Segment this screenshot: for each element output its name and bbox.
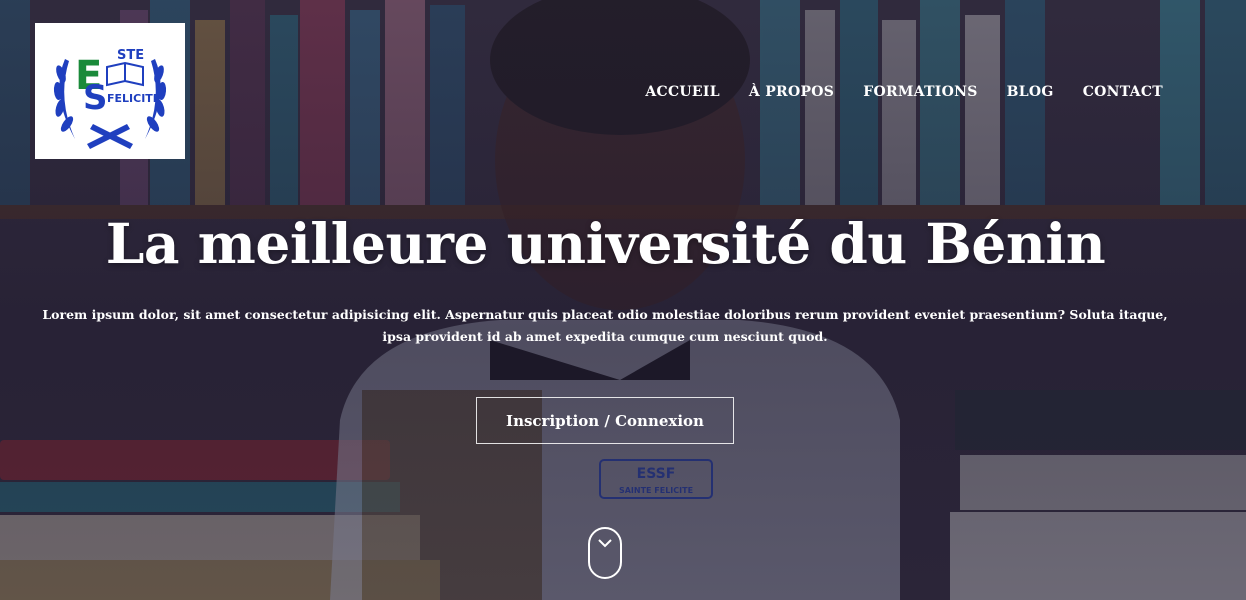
nav-item-contact[interactable]: CONTACT [1083,82,1163,102]
nav-item-accueil[interactable]: ACCUEIL [645,82,720,102]
hero-title: La meilleure université du Bénin [105,211,1106,276]
signup-login-button[interactable]: Inscription / Connexion [476,397,734,444]
nav-item-formations[interactable]: FORMATIONS [863,82,977,102]
scroll-down-button[interactable] [588,527,622,579]
logo-text-bottom: FELICITE [107,92,160,105]
main-navigation: ACCUEIL À PROPOS FORMATIONS BLOG CONTACT [645,82,1163,102]
svg-text:S: S [83,78,108,118]
hero-section: ESSF SAINTE FELICITE [0,0,1246,600]
chevron-down-icon [598,539,612,548]
nav-item-blog[interactable]: BLOG [1007,82,1054,102]
nav-item-a-propos[interactable]: À PROPOS [749,82,834,102]
school-logo[interactable]: E S STE FELICITE [35,23,185,159]
hero-subtitle: Lorem ipsum dolor, sit amet consectetur … [42,307,1168,344]
logo-emblem: E S STE FELICITE [53,48,167,149]
logo-text-top: STE [117,48,144,63]
